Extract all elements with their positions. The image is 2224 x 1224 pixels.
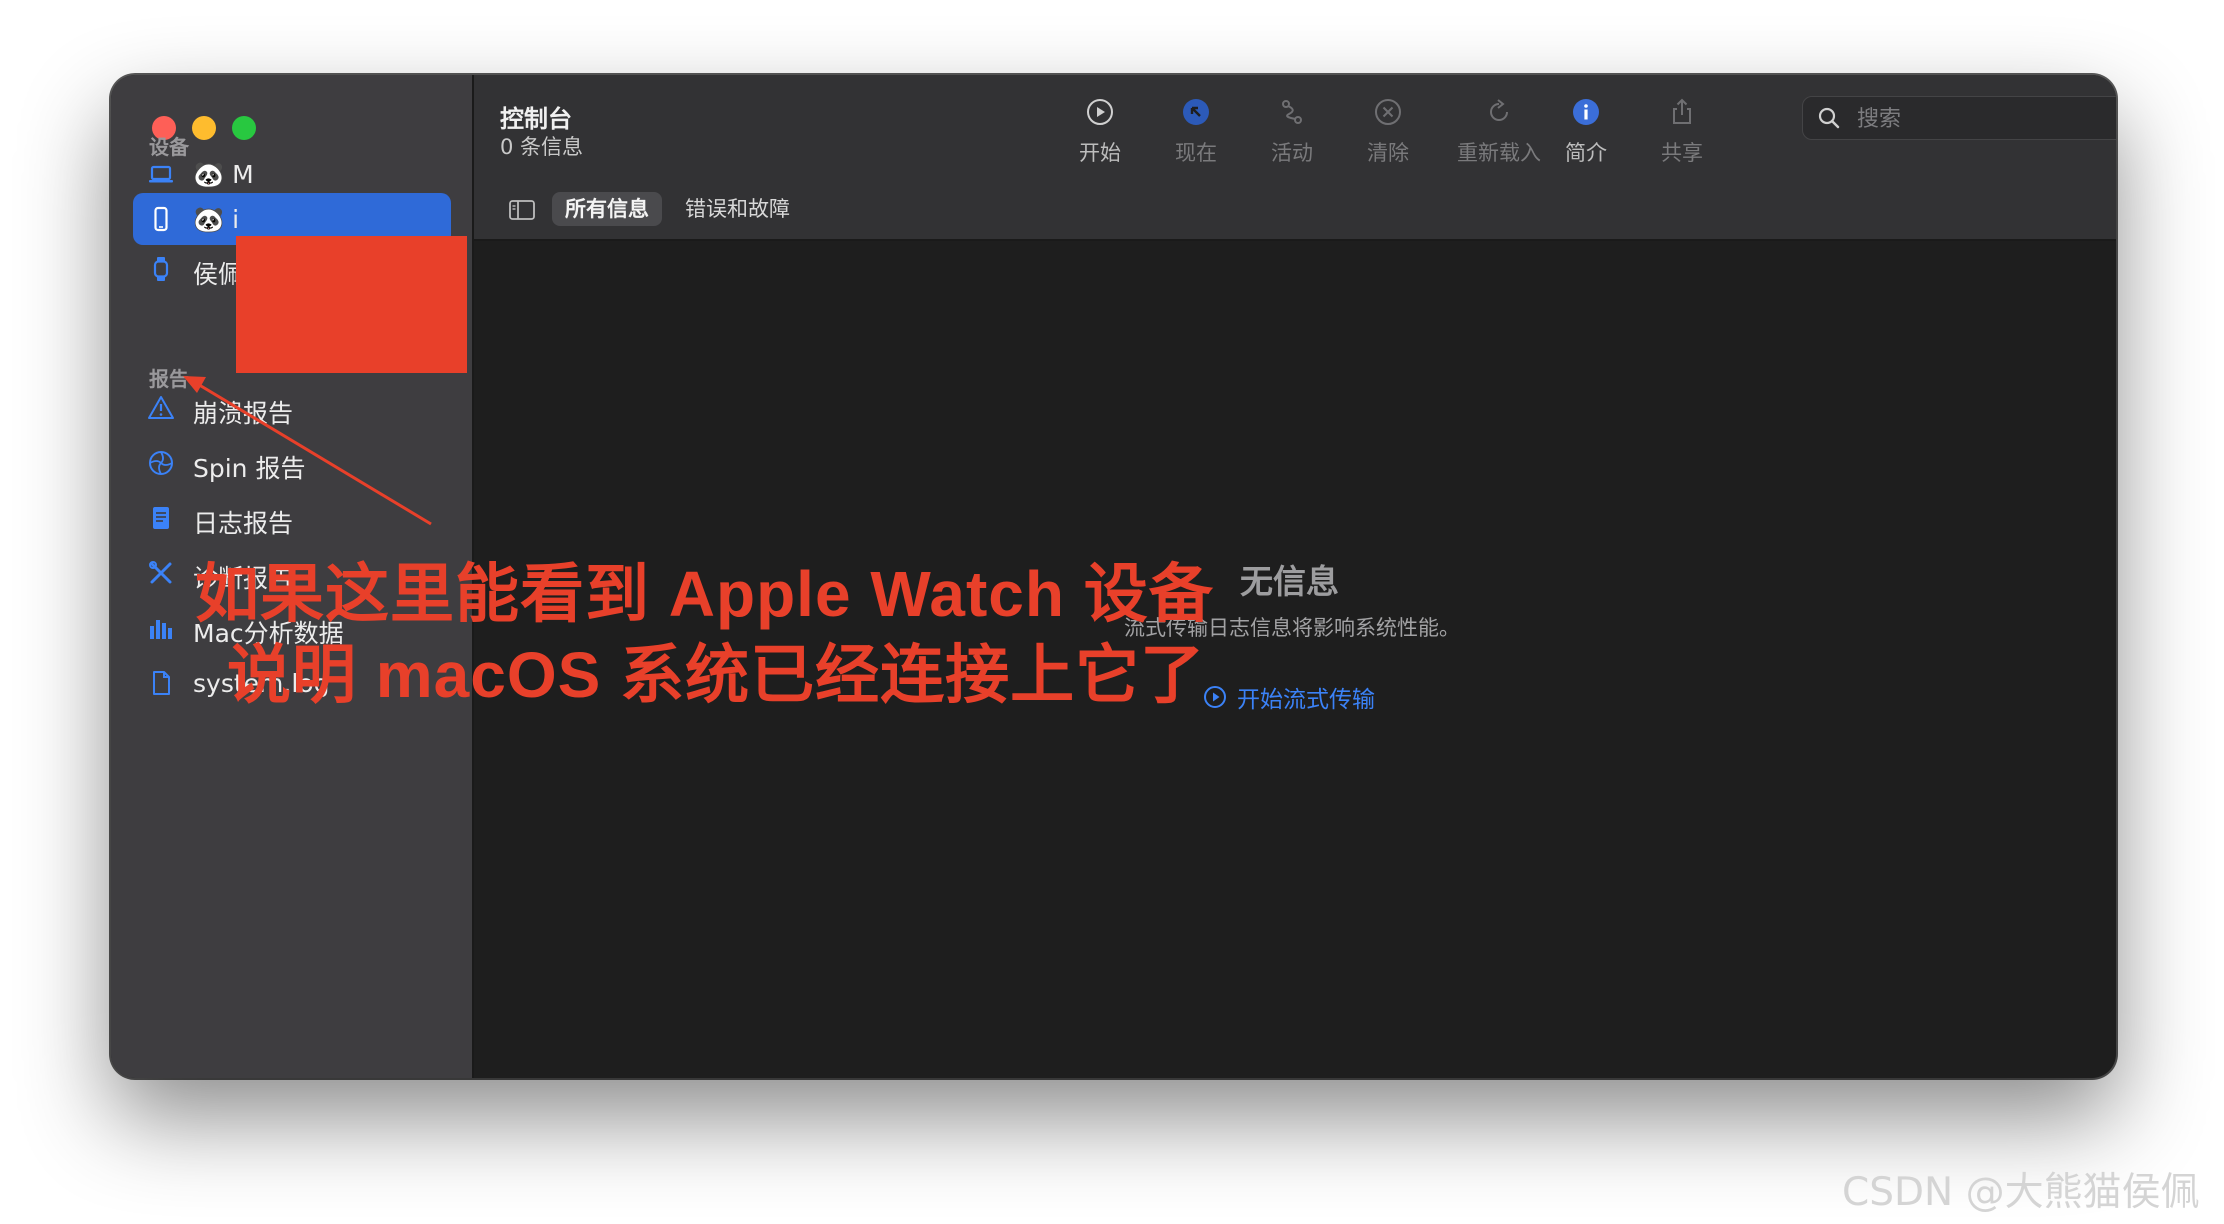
- play-circle-icon: [1087, 99, 1113, 125]
- bar-chart-icon: [150, 620, 172, 639]
- app-title: 控制台: [500, 105, 572, 133]
- share-button[interactable]: 共享: [1636, 97, 1728, 173]
- zoom-window-button[interactable]: [232, 116, 256, 140]
- sidebar-item-log-reports[interactable]: 日志报告: [133, 492, 451, 544]
- tab-errors-and-faults[interactable]: 错误和故障: [672, 192, 803, 226]
- toolbar-label: 活动: [1271, 141, 1313, 165]
- toolbar-label: 简介: [1565, 141, 1607, 165]
- sidebar-item-label: 崩溃报告: [193, 399, 294, 428]
- toolbar: 控制台 0 条信息 开始 现在 活动 清除 重新载入 简介 共享 搜索: [474, 75, 2116, 183]
- empty-state-title: 无信息: [1240, 562, 1339, 601]
- reload-icon: [1490, 99, 1508, 121]
- spin-icon: [149, 451, 173, 475]
- sidebar-item-spin-reports[interactable]: Spin 报告: [133, 437, 451, 489]
- warning-icon: [148, 396, 174, 419]
- tab-all-messages[interactable]: 所有信息: [552, 192, 662, 226]
- iphone-icon: [154, 206, 168, 232]
- jump-to-now-icon: [1183, 99, 1209, 125]
- clear-button[interactable]: 清除: [1342, 97, 1434, 173]
- share-icon: [1673, 98, 1691, 124]
- start-streaming-label: 开始流式传输: [1237, 687, 1375, 713]
- csdn-watermark: CSDN @大熊猫侯佩: [1842, 1170, 2200, 1215]
- sidebar-item-label: 🐼 M: [193, 160, 254, 189]
- sidebar-item-label: 日志报告: [193, 509, 294, 538]
- info-button[interactable]: 简介: [1540, 97, 1632, 173]
- file-icon: [153, 671, 170, 695]
- minimize-window-button[interactable]: [192, 116, 216, 140]
- toolbar-label: 现在: [1175, 141, 1217, 165]
- document-icon: [153, 507, 169, 529]
- clear-icon: [1375, 99, 1401, 125]
- search-field[interactable]: [1802, 96, 2116, 140]
- sidebar-item-label: 🐼 i: [193, 205, 240, 234]
- reload-button[interactable]: 重新载入: [1444, 97, 1554, 173]
- sidebar-toggle-icon[interactable]: [508, 198, 536, 222]
- annotation-text-line2: 说明 macOS 系统已经连接上它了: [227, 639, 1206, 711]
- toolbar-label: 开始: [1079, 141, 1121, 165]
- toolbar-label: 共享: [1661, 141, 1703, 165]
- sidebar-item-crash-reports[interactable]: 崩溃报告: [133, 382, 451, 434]
- laptop-icon: [149, 165, 173, 183]
- search-icon: [1818, 107, 1840, 129]
- activity-button[interactable]: 活动: [1246, 97, 1338, 173]
- annotation-text-line1: 如果这里能看到 Apple Watch 设备: [195, 558, 1214, 630]
- filter-bar: 所有信息 错误和故障: [474, 181, 2116, 241]
- start-button[interactable]: 开始: [1054, 97, 1146, 173]
- start-streaming-link[interactable]: 开始流式传输: [1203, 680, 1375, 714]
- toolbar-label: 清除: [1367, 141, 1409, 165]
- search-input[interactable]: [1855, 103, 2116, 135]
- screenshot-stage: 设备 🐼 M 🐼 i 侯佩 报告 崩溃报告 Spin 报告 日志报告 诊断报告 …: [0, 0, 2224, 1224]
- sidebar-item-label: Spin 报告: [193, 454, 306, 483]
- info-icon: [1573, 99, 1599, 125]
- watch-icon: [153, 257, 169, 281]
- tools-icon: [149, 561, 172, 584]
- play-circle-icon: [1204, 686, 1226, 708]
- message-count: 0 条信息: [500, 135, 584, 159]
- now-button[interactable]: 现在: [1150, 97, 1242, 173]
- toolbar-label: 重新载入: [1457, 141, 1541, 165]
- activity-icon: [1282, 100, 1302, 124]
- redaction-box: [236, 236, 467, 373]
